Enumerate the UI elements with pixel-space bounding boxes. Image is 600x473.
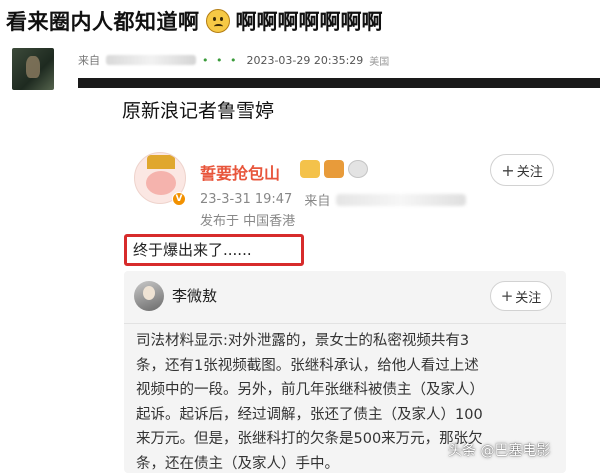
- quoted-line: 视频中的一段。另外，前几年张继科被债主（及家人）: [136, 382, 484, 398]
- weibo-time: 23-3-31 19:47 来自: [200, 190, 467, 209]
- crown-badge-icon: [300, 160, 320, 178]
- reporter-line: 原新浪记者鲁雪婷: [122, 100, 275, 122]
- post-time: 2023-03-29 20:35:29: [246, 53, 364, 67]
- confused-face-icon: [205, 9, 230, 33]
- plus-icon: +: [500, 287, 514, 305]
- published-location: 发布于 中国香港: [200, 214, 296, 229]
- source-dots: • • •: [202, 53, 239, 67]
- blurred-source: [336, 193, 467, 206]
- post-location: 美国: [369, 56, 390, 68]
- follow-label: 关注: [515, 290, 542, 306]
- post-row: 来自 • • • 2023-03-29 20:35:29 美国: [6, 44, 600, 90]
- blurred-source: [106, 55, 196, 65]
- weibo-username[interactable]: 誓要抢包山: [200, 160, 280, 184]
- header-title: 看来圈内人都知道啊: [6, 10, 200, 34]
- verified-badge-icon: V: [172, 192, 186, 206]
- post-header: 看来圈内人都知道啊 啊啊啊啊啊啊啊: [6, 6, 383, 36]
- user-badges: [300, 160, 368, 178]
- weibo-card: V 誓要抢包山 23-3-31 19:47 来自 发布于 中国香港 + 关注 终…: [104, 148, 566, 473]
- header-suffix: 啊啊啊啊啊啊啊: [235, 10, 383, 34]
- cake-badge-icon: [324, 160, 344, 178]
- highlighted-post-text: 终于爆出来了......: [124, 234, 304, 266]
- quoted-username[interactable]: 李微敖: [172, 285, 217, 306]
- source-prefix: 来自: [78, 54, 100, 67]
- poster-avatar[interactable]: [12, 48, 54, 90]
- weibo-source-prefix: 来自: [304, 194, 331, 209]
- post-meta: 来自 • • • 2023-03-29 20:35:29 美国: [78, 52, 389, 68]
- follow-button[interactable]: + 关注: [490, 154, 554, 186]
- post-divider: [78, 78, 600, 88]
- quoted-follow-button[interactable]: + 关注: [490, 281, 552, 311]
- embedded-screenshot: 原新浪记者鲁雪婷 V 誓要抢包山 23-3-31 19:47 来自 发布于 中国…: [104, 90, 600, 473]
- weibo-timestamp: 23-3-31 19:47: [200, 192, 293, 207]
- quote-divider: [124, 323, 566, 324]
- medal-badge-icon: [348, 160, 368, 178]
- quoted-line: 起诉。起诉后，经过调解，张还了债主（及家人）100: [136, 406, 483, 423]
- plus-icon: +: [501, 160, 515, 180]
- follow-label: 关注: [516, 164, 543, 180]
- quoted-line: 司法材料显示:对外泄露的，景女士的私密视频共有3: [136, 333, 470, 349]
- watermark: 头条 @巴塞电影: [448, 443, 551, 459]
- quoted-line: 条，还有1张视频截图。张继科承认，给他人看过上述: [136, 357, 479, 374]
- quoted-avatar[interactable]: [134, 281, 164, 311]
